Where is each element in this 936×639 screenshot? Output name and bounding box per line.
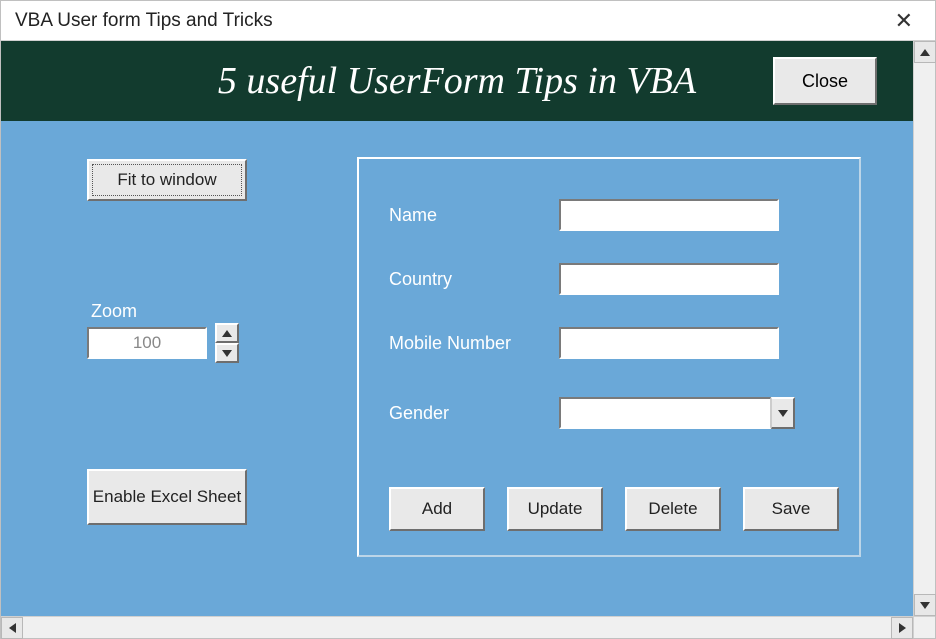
close-button[interactable]: Close	[773, 57, 877, 105]
userform-window: VBA User form Tips and Tricks ✕ 5 useful…	[0, 0, 936, 639]
vertical-scrollbar[interactable]	[913, 41, 935, 616]
body-area: Fit to window Zoom 100 Enable Excel Shee…	[1, 121, 913, 616]
scroll-down-button[interactable]	[914, 594, 936, 616]
zoom-label: Zoom	[91, 301, 137, 322]
gender-combobox-text[interactable]	[559, 397, 771, 429]
chevron-up-icon	[222, 330, 232, 337]
country-label: Country	[389, 269, 559, 290]
mobile-number-input[interactable]	[559, 327, 779, 359]
chevron-up-icon	[920, 49, 930, 56]
chevron-down-icon	[778, 410, 788, 417]
name-row: Name	[389, 199, 779, 231]
update-button[interactable]: Update	[507, 487, 603, 531]
gender-row: Gender	[389, 397, 795, 429]
client-area: 5 useful UserForm Tips in VBA Close Fit …	[1, 41, 935, 638]
name-input[interactable]	[559, 199, 779, 231]
gender-combobox[interactable]	[559, 397, 795, 429]
chevron-right-icon	[899, 623, 906, 633]
zoom-spin-down-button[interactable]	[215, 343, 239, 363]
window-title: VBA User form Tips and Tricks	[15, 10, 273, 32]
country-row: Country	[389, 263, 779, 295]
scroll-left-button[interactable]	[1, 617, 23, 639]
gender-combobox-dropdown-button[interactable]	[771, 397, 795, 429]
zoom-spinner	[215, 323, 239, 363]
mobile-label: Mobile Number	[389, 333, 559, 354]
window-close-icon[interactable]: ✕	[889, 6, 919, 36]
chevron-down-icon	[920, 602, 930, 609]
scroll-up-button[interactable]	[914, 41, 936, 63]
add-button[interactable]: Add	[389, 487, 485, 531]
country-input[interactable]	[559, 263, 779, 295]
save-button[interactable]: Save	[743, 487, 839, 531]
horizontal-scrollbar[interactable]	[1, 616, 913, 638]
chevron-left-icon	[9, 623, 16, 633]
enable-excel-sheet-button[interactable]: Enable Excel Sheet	[87, 469, 247, 525]
header-bar: 5 useful UserForm Tips in VBA Close	[1, 41, 913, 121]
form-frame: Name Country Mobile Number Gender	[357, 157, 861, 557]
delete-button[interactable]: Delete	[625, 487, 721, 531]
name-label: Name	[389, 205, 559, 226]
chevron-down-icon	[222, 350, 232, 357]
header-title: 5 useful UserForm Tips in VBA	[218, 59, 696, 103]
gender-label: Gender	[389, 403, 559, 424]
zoom-spin-up-button[interactable]	[215, 323, 239, 343]
scroll-right-button[interactable]	[891, 617, 913, 639]
zoom-input[interactable]: 100	[87, 327, 207, 359]
form-button-row: Add Update Delete Save	[389, 487, 839, 531]
mobile-row: Mobile Number	[389, 327, 779, 359]
content-column: 5 useful UserForm Tips in VBA Close Fit …	[1, 41, 913, 638]
fit-to-window-button[interactable]: Fit to window	[87, 159, 247, 201]
scroll-corner	[913, 616, 935, 638]
titlebar: VBA User form Tips and Tricks ✕	[1, 1, 935, 41]
